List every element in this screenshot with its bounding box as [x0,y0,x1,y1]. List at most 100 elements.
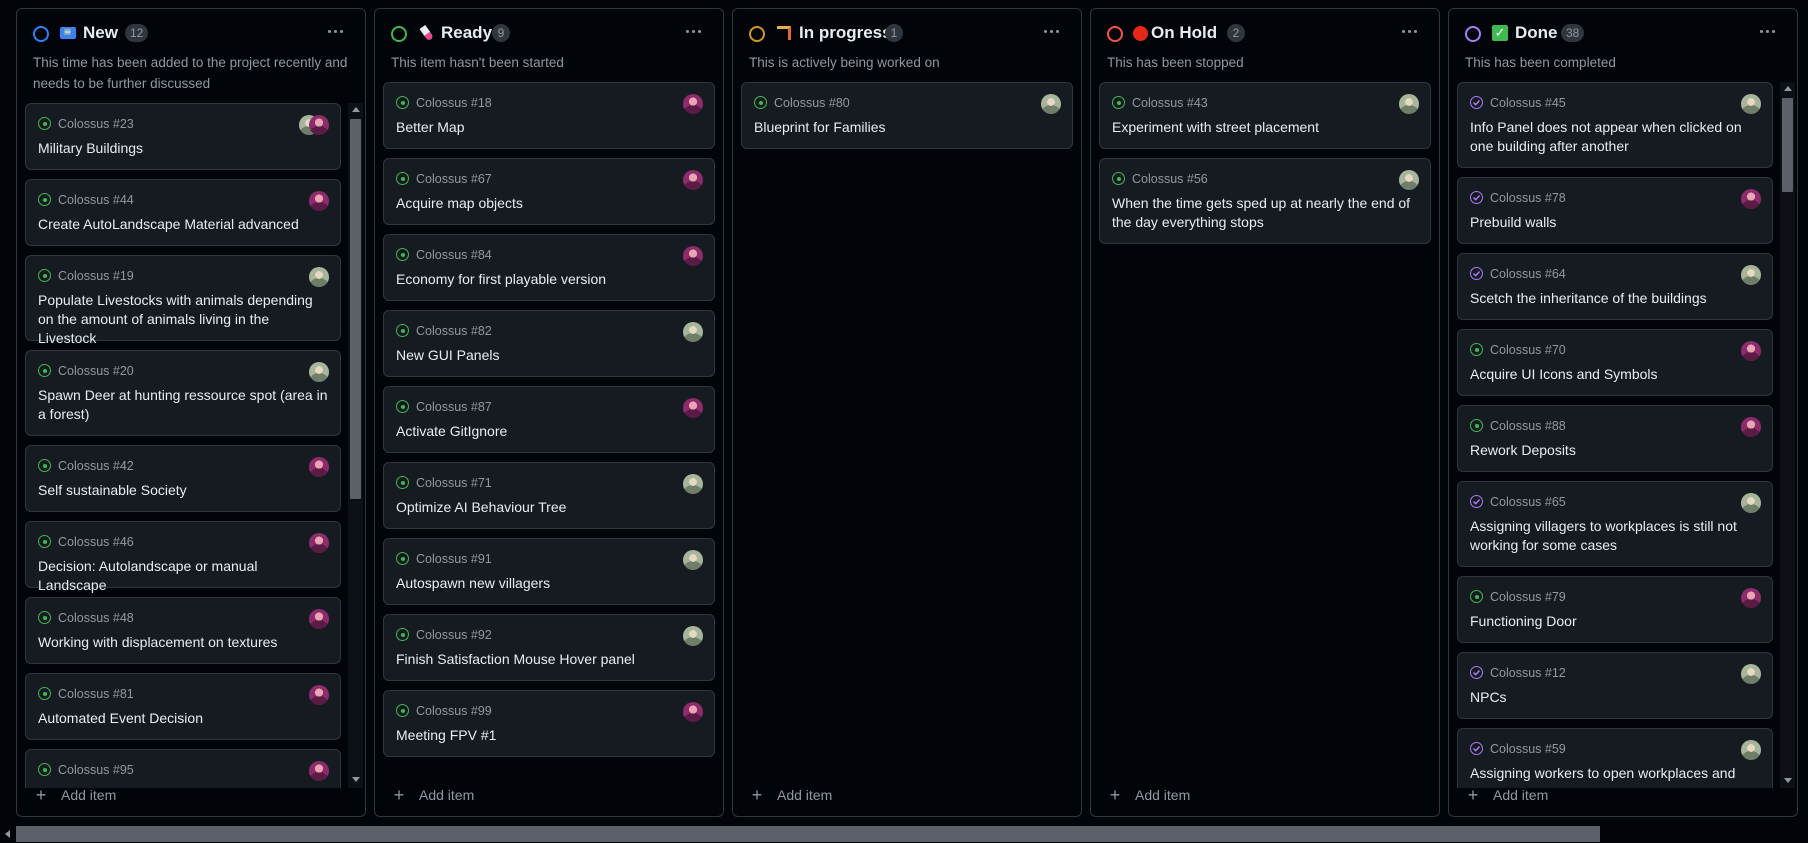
issue-card[interactable]: Colossus #23 Military Buildings [25,103,341,170]
issue-title[interactable]: NPCs [1470,688,1760,707]
issue-title[interactable]: When the time gets sped up at nearly the… [1112,194,1418,232]
issue-card[interactable]: Colossus #91 Autospawn new villagers [383,538,715,605]
assignee-avatar[interactable] [309,191,329,211]
assignee-avatar[interactable] [1741,189,1761,209]
issue-title[interactable]: Automated Event Decision [38,709,328,728]
issue-title[interactable]: Finish Satisfaction Mouse Hover panel [396,650,702,669]
issue-card[interactable]: Colossus #78 Prebuild walls [1457,177,1773,244]
add-item-button[interactable]: + Add item [1107,784,1191,806]
issue-title[interactable]: Experiment with street placement [1112,118,1418,137]
issue-title[interactable]: Decision: Autolandscape or manual Landsc… [38,557,328,595]
issue-card[interactable]: Colossus #81 Automated Event Decision [25,673,341,740]
issue-card[interactable]: Colossus #59 Assigning workers to open w… [1457,728,1773,788]
column-menu-button[interactable] [1037,21,1065,41]
issue-title[interactable]: New GUI Panels [396,346,702,365]
issue-title[interactable]: Populate Livestocks with animals dependi… [38,291,328,348]
issue-title[interactable]: Economy for first playable version [396,270,702,289]
issue-card[interactable]: Colossus #80 Blueprint for Families [741,82,1073,149]
scrollbar-thumb[interactable] [16,826,1600,842]
assignee-avatar[interactable] [683,702,703,722]
issue-card[interactable]: Colossus #71 Optimize AI Behaviour Tree [383,462,715,529]
assignee-avatar[interactable] [683,626,703,646]
issue-card[interactable]: Colossus #95 [25,749,341,788]
issue-title[interactable]: Assigning villagers to workplaces is sti… [1470,517,1760,555]
issue-title[interactable]: Self sustainable Society [38,481,328,500]
issue-title[interactable]: Acquire UI Icons and Symbols [1470,365,1760,384]
column-menu-button[interactable] [1753,21,1781,41]
issue-title[interactable]: Acquire map objects [396,194,702,213]
assignee-avatar[interactable] [683,170,703,190]
issue-title[interactable]: Optimize AI Behaviour Tree [396,498,702,517]
issue-card[interactable]: Colossus #19 Populate Livestocks with an… [25,255,341,346]
scrollbar-thumb[interactable] [350,119,361,499]
assignee-avatar[interactable] [1741,265,1761,285]
assignee-avatar[interactable] [683,398,703,418]
scroll-up-arrow[interactable] [352,107,360,112]
assignee-avatar[interactable] [1741,740,1761,760]
assignee-avatar[interactable] [309,761,329,781]
assignee-avatar[interactable] [1741,94,1761,114]
issue-card[interactable]: Colossus #56 When the time gets sped up … [1099,158,1431,244]
issue-card[interactable]: Colossus #12 NPCs [1457,652,1773,719]
assignee-avatar[interactable] [683,550,703,570]
issue-card[interactable]: Colossus #18 Better Map [383,82,715,149]
column-menu-button[interactable] [321,21,349,41]
issue-title[interactable]: Functioning Door [1470,612,1760,631]
issue-title[interactable]: Working with displacement on textures [38,633,328,652]
issue-card[interactable]: Colossus #46 Decision: Autolandscape or … [25,521,341,593]
issue-title[interactable]: Create AutoLandscape Material advanced [38,215,328,234]
scroll-down-arrow[interactable] [1784,778,1792,783]
assignee-avatar[interactable] [1741,664,1761,684]
column-menu-button[interactable] [679,21,707,41]
horizontal-scrollbar[interactable] [0,822,1808,843]
assignee-avatar[interactable] [309,533,329,553]
assignee-avatar[interactable] [1399,94,1419,114]
assignee-avatar[interactable] [309,609,329,629]
scroll-up-arrow[interactable] [1784,86,1792,91]
assignee-avatar[interactable] [1741,493,1761,513]
add-item-button[interactable]: + Add item [33,784,117,806]
scroll-left-arrow[interactable] [5,830,10,838]
issue-title[interactable]: Military Buildings [38,139,328,158]
issue-card[interactable]: Colossus #42 Self sustainable Society [25,445,341,512]
issue-card[interactable]: Colossus #70 Acquire UI Icons and Symbol… [1457,329,1773,396]
assignee-avatar[interactable] [683,474,703,494]
issue-title[interactable]: Autospawn new villagers [396,574,702,593]
issue-card[interactable]: Colossus #84 Economy for first playable … [383,234,715,301]
vertical-scrollbar[interactable] [348,103,363,788]
issue-title[interactable]: Prebuild walls [1470,213,1760,232]
issue-title[interactable]: Better Map [396,118,702,137]
issue-title[interactable]: Activate GitIgnore [396,422,702,441]
issue-title[interactable]: Assigning workers to open workplaces and [1470,764,1760,783]
issue-card[interactable]: Colossus #48 Working with displacement o… [25,597,341,664]
issue-card[interactable]: Colossus #88 Rework Deposits [1457,405,1773,472]
assignee-avatar[interactable] [1741,417,1761,437]
assignee-avatar[interactable] [1741,588,1761,608]
add-item-button[interactable]: + Add item [1465,784,1549,806]
scrollbar-thumb[interactable] [1782,98,1793,192]
issue-title[interactable]: Meeting FPV #1 [396,726,702,745]
issue-title[interactable]: Info Panel does not appear when clicked … [1470,118,1760,156]
assignee-avatar[interactable] [309,267,329,287]
assignee-avatar[interactable] [309,685,329,705]
issue-card[interactable]: Colossus #44 Create AutoLandscape Materi… [25,179,341,246]
add-item-button[interactable]: + Add item [391,784,475,806]
assignee-avatar[interactable] [1041,94,1061,114]
issue-card[interactable]: Colossus #92 Finish Satisfaction Mouse H… [383,614,715,681]
column-menu-button[interactable] [1395,21,1423,41]
scroll-down-arrow[interactable] [352,777,360,782]
assignee-avatar[interactable] [683,246,703,266]
assignee-avatar[interactable] [309,457,329,477]
issue-title[interactable]: Blueprint for Families [754,118,1060,137]
add-item-button[interactable]: + Add item [749,784,833,806]
issue-card[interactable]: Colossus #99 Meeting FPV #1 [383,690,715,757]
assignee-avatar[interactable] [1741,341,1761,361]
assignee-avatar[interactable] [683,322,703,342]
issue-title[interactable]: Scetch the inheritance of the buildings [1470,289,1760,308]
assignee-avatar[interactable] [309,115,329,135]
issue-card[interactable]: Colossus #45 Info Panel does not appear … [1457,82,1773,168]
assignee-avatar[interactable] [1399,170,1419,190]
assignee-avatar[interactable] [683,94,703,114]
issue-card[interactable]: Colossus #79 Functioning Door [1457,576,1773,643]
issue-card[interactable]: Colossus #82 New GUI Panels [383,310,715,377]
